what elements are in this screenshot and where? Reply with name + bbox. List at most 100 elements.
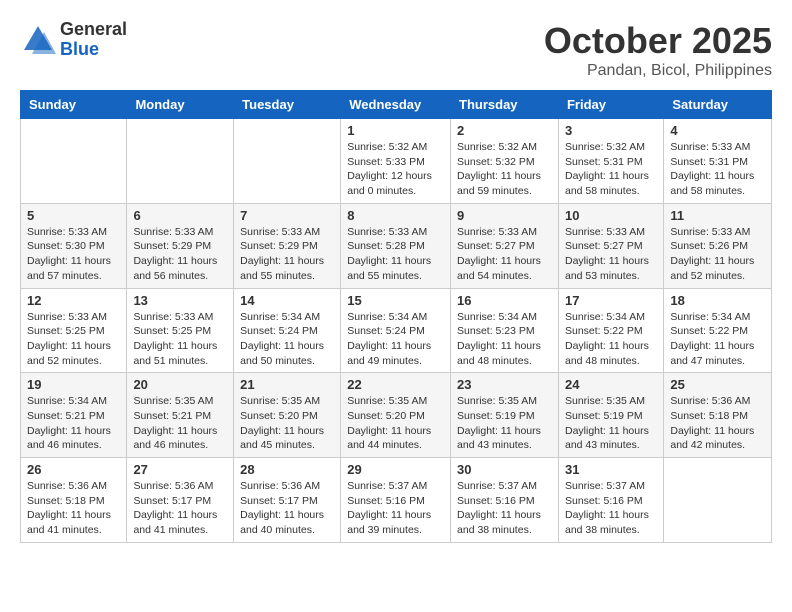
day-number: 21 (240, 377, 334, 392)
header-sunday: Sunday (21, 91, 127, 119)
calendar-cell: 23Sunrise: 5:35 AMSunset: 5:19 PMDayligh… (451, 373, 559, 458)
calendar-cell: 3 Sunrise: 5:32 AMSunset: 5:31 PMDaylight… (558, 119, 663, 204)
day-number: 11 (670, 208, 765, 223)
calendar-week-3: 12 Sunrise: 5:33 AMSunset: 5:25 PMDayligh… (21, 288, 772, 373)
calendar-week-2: 5Sunrise: 5:33 AMSunset: 5:30 PMDaylight… (21, 203, 772, 288)
calendar-cell: 25 Sunrise: 5:36 AMSunset: 5:18 PMDayligh… (664, 373, 772, 458)
day-number: 24 (565, 377, 657, 392)
day-number: 28 (240, 462, 334, 477)
header-wednesday: Wednesday (341, 91, 451, 119)
day-info: Sunrise: 5:35 AMSunset: 5:19 PMDaylight:… (565, 394, 657, 453)
calendar-cell: 22Sunrise: 5:35 AMSunset: 5:20 PMDayligh… (341, 373, 451, 458)
calendar-cell (21, 119, 127, 204)
day-number: 20 (133, 377, 227, 392)
calendar-cell: 17 Sunrise: 5:34 AMSunset: 5:22 PMDayligh… (558, 288, 663, 373)
calendar-cell: 12 Sunrise: 5:33 AMSunset: 5:25 PMDayligh… (21, 288, 127, 373)
day-info: Sunrise: 5:35 AMSunset: 5:21 PMDaylight:… (133, 394, 227, 453)
day-info: Sunrise: 5:34 AMSunset: 5:24 PMDaylight:… (240, 310, 334, 369)
day-number: 13 (133, 293, 227, 308)
header-friday: Friday (558, 91, 663, 119)
day-info: Sunrise: 5:34 AMSunset: 5:22 PMDaylight:… (565, 310, 657, 369)
calendar-week-5: 26 Sunrise: 5:36 AMSunset: 5:18 PMDayligh… (21, 458, 772, 543)
day-info: Sunrise: 5:35 AMSunset: 5:20 PMDaylight:… (347, 394, 444, 453)
calendar-cell (234, 119, 341, 204)
day-info: Sunrise: 5:33 AMSunset: 5:27 PMDaylight:… (565, 225, 657, 284)
day-info: Sunrise: 5:35 AMSunset: 5:20 PMDaylight:… (240, 394, 334, 453)
day-number: 2 (457, 123, 552, 138)
calendar-cell: 27Sunrise: 5:36 AMSunset: 5:17 PMDayligh… (127, 458, 234, 543)
day-number: 3 (565, 123, 657, 138)
calendar-cell: 28 Sunrise: 5:36 AMSunset: 5:17 PMDayligh… (234, 458, 341, 543)
day-info: Sunrise: 5:33 AMSunset: 5:29 PMDaylight:… (133, 225, 227, 284)
page-header: General Blue October 2025 Pandan, Bicol,… (20, 20, 772, 80)
calendar-week-4: 19 Sunrise: 5:34 AMSunset: 5:21 PMDayligh… (21, 373, 772, 458)
calendar-cell: 24 Sunrise: 5:35 AMSunset: 5:19 PMDayligh… (558, 373, 663, 458)
calendar-cell: 29Sunrise: 5:37 AMSunset: 5:16 PMDayligh… (341, 458, 451, 543)
calendar-cell: 7Sunrise: 5:33 AMSunset: 5:29 PMDaylight… (234, 203, 341, 288)
month-title: October 2025 (544, 20, 772, 62)
calendar-cell: 15 Sunrise: 5:34 AMSunset: 5:24 PMDayligh… (341, 288, 451, 373)
calendar-cell (127, 119, 234, 204)
logo-icon (20, 22, 56, 58)
day-number: 10 (565, 208, 657, 223)
day-info: Sunrise: 5:37 AMSunset: 5:16 PMDaylight:… (347, 479, 444, 538)
day-info: Sunrise: 5:33 AMSunset: 5:28 PMDaylight:… (347, 225, 444, 284)
day-info: Sunrise: 5:33 AMSunset: 5:31 PMDaylight:… (670, 140, 765, 199)
calendar-cell: 16Sunrise: 5:34 AMSunset: 5:23 PMDayligh… (451, 288, 559, 373)
calendar-cell (664, 458, 772, 543)
day-info: Sunrise: 5:36 AMSunset: 5:18 PMDaylight:… (670, 394, 765, 453)
day-number: 7 (240, 208, 334, 223)
calendar-table: Sunday Monday Tuesday Wednesday Thursday… (20, 90, 772, 543)
day-info: Sunrise: 5:32 AMSunset: 5:31 PMDaylight:… (565, 140, 657, 199)
calendar-cell: 2 Sunrise: 5:32 AMSunset: 5:32 PMDaylight… (451, 119, 559, 204)
day-number: 4 (670, 123, 765, 138)
day-info: Sunrise: 5:32 AMSunset: 5:32 PMDaylight:… (457, 140, 552, 199)
calendar-cell: 26 Sunrise: 5:36 AMSunset: 5:18 PMDayligh… (21, 458, 127, 543)
calendar-cell: 4 Sunrise: 5:33 AMSunset: 5:31 PMDaylight… (664, 119, 772, 204)
logo-blue: Blue (60, 40, 127, 60)
header-tuesday: Tuesday (234, 91, 341, 119)
day-number: 17 (565, 293, 657, 308)
calendar-cell: 30Sunrise: 5:37 AMSunset: 5:16 PMDayligh… (451, 458, 559, 543)
calendar-cell: 31 Sunrise: 5:37 AMSunset: 5:16 PMDayligh… (558, 458, 663, 543)
calendar-body: 1 Sunrise: 5:32 AMSunset: 5:33 PMDaylight… (21, 119, 772, 543)
day-number: 23 (457, 377, 552, 392)
day-number: 5 (27, 208, 120, 223)
day-info: Sunrise: 5:34 AMSunset: 5:23 PMDaylight:… (457, 310, 552, 369)
calendar-cell: 14 Sunrise: 5:34 AMSunset: 5:24 PMDayligh… (234, 288, 341, 373)
header-monday: Monday (127, 91, 234, 119)
title-area: October 2025 Pandan, Bicol, Philippines (544, 20, 772, 80)
day-number: 19 (27, 377, 120, 392)
day-number: 1 (347, 123, 444, 138)
day-info: Sunrise: 5:34 AMSunset: 5:21 PMDaylight:… (27, 394, 120, 453)
day-number: 6 (133, 208, 227, 223)
day-info: Sunrise: 5:33 AMSunset: 5:26 PMDaylight:… (670, 225, 765, 284)
day-info: Sunrise: 5:36 AMSunset: 5:17 PMDaylight:… (133, 479, 227, 538)
logo-general: General (60, 20, 127, 40)
day-info: Sunrise: 5:37 AMSunset: 5:16 PMDaylight:… (457, 479, 552, 538)
day-info: Sunrise: 5:37 AMSunset: 5:16 PMDaylight:… (565, 479, 657, 538)
day-info: Sunrise: 5:36 AMSunset: 5:17 PMDaylight:… (240, 479, 334, 538)
calendar-cell: 1 Sunrise: 5:32 AMSunset: 5:33 PMDaylight… (341, 119, 451, 204)
day-number: 14 (240, 293, 334, 308)
calendar-cell: 9Sunrise: 5:33 AMSunset: 5:27 PMDaylight… (451, 203, 559, 288)
calendar-cell: 21 Sunrise: 5:35 AMSunset: 5:20 PMDayligh… (234, 373, 341, 458)
day-number: 15 (347, 293, 444, 308)
day-number: 12 (27, 293, 120, 308)
day-info: Sunrise: 5:33 AMSunset: 5:27 PMDaylight:… (457, 225, 552, 284)
day-number: 31 (565, 462, 657, 477)
calendar-cell: 19 Sunrise: 5:34 AMSunset: 5:21 PMDayligh… (21, 373, 127, 458)
day-number: 25 (670, 377, 765, 392)
header-saturday: Saturday (664, 91, 772, 119)
subtitle: Pandan, Bicol, Philippines (544, 62, 772, 80)
day-number: 26 (27, 462, 120, 477)
logo: General Blue (20, 20, 127, 60)
header-thursday: Thursday (451, 91, 559, 119)
day-info: Sunrise: 5:33 AMSunset: 5:25 PMDaylight:… (27, 310, 120, 369)
header-row: Sunday Monday Tuesday Wednesday Thursday… (21, 91, 772, 119)
day-info: Sunrise: 5:36 AMSunset: 5:18 PMDaylight:… (27, 479, 120, 538)
day-info: Sunrise: 5:34 AMSunset: 5:24 PMDaylight:… (347, 310, 444, 369)
day-info: Sunrise: 5:32 AMSunset: 5:33 PMDaylight:… (347, 140, 444, 199)
calendar-cell: 20 Sunrise: 5:35 AMSunset: 5:21 PMDayligh… (127, 373, 234, 458)
calendar-header: Sunday Monday Tuesday Wednesday Thursday… (21, 91, 772, 119)
